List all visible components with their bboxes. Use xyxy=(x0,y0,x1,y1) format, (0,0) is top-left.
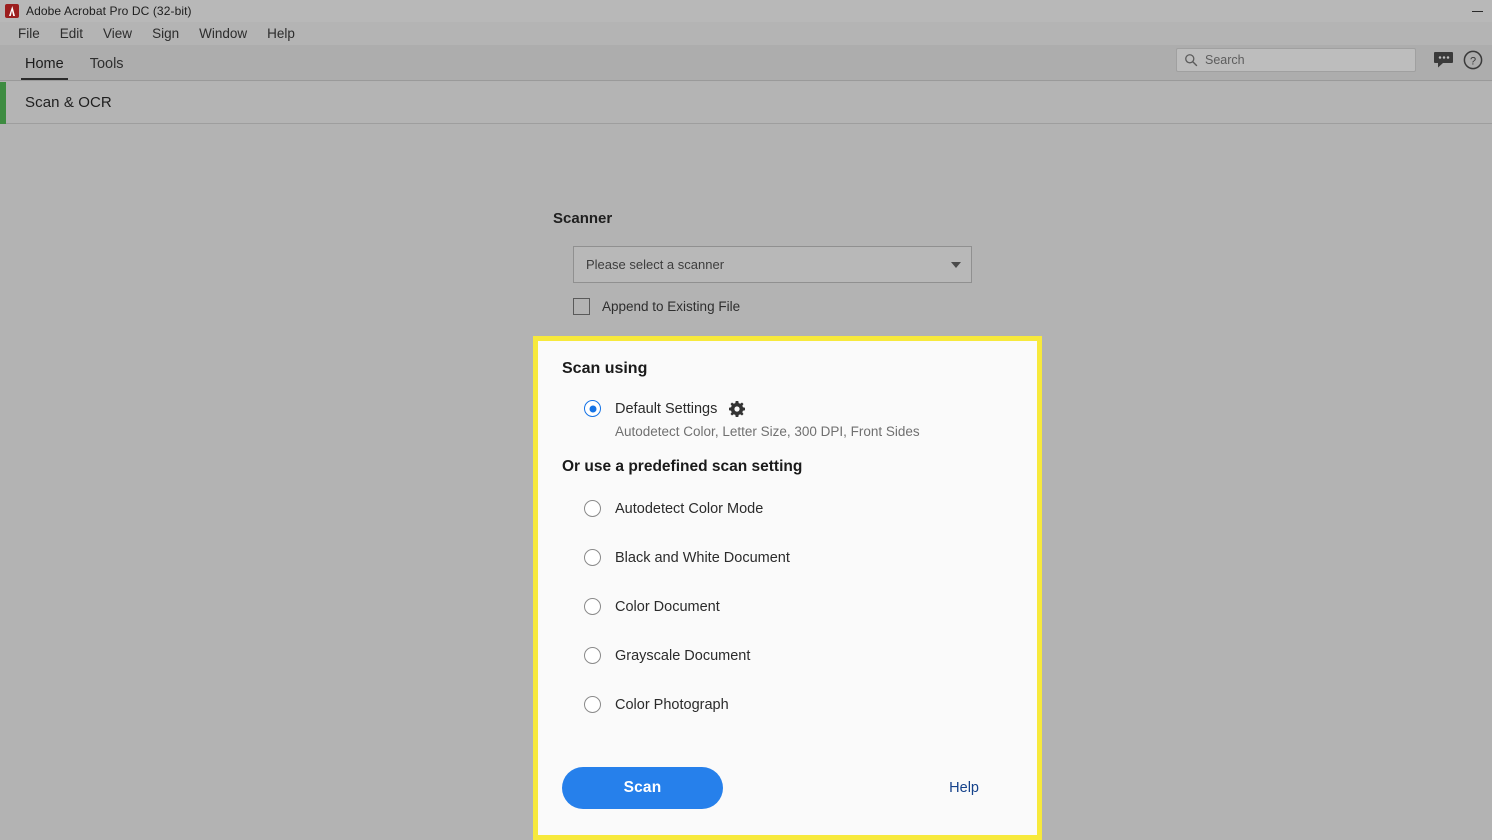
default-settings-label: Default Settings xyxy=(615,400,718,417)
scan-button[interactable]: Scan xyxy=(562,767,723,809)
predefined-setting-heading: Or use a predefined scan setting xyxy=(562,458,803,475)
label-grayscale-document: Grayscale Document xyxy=(615,647,751,664)
menu-item-view[interactable]: View xyxy=(93,22,142,45)
panel-footer: Scan Help xyxy=(562,767,1013,809)
scanner-select-value: Please select a scanner xyxy=(586,257,725,272)
gear-button[interactable] xyxy=(729,400,746,417)
gear-icon xyxy=(729,400,746,417)
comment-button[interactable] xyxy=(1431,47,1457,73)
content-area: Scanner Please select a scanner Append t… xyxy=(0,124,1492,840)
chevron-down-icon xyxy=(951,261,961,268)
default-settings-description: Autodetect Color, Letter Size, 300 DPI, … xyxy=(615,424,920,439)
main-toolbar: Home Tools Search ? xyxy=(0,45,1492,81)
svg-text:?: ? xyxy=(1470,55,1476,67)
label-black-and-white-document: Black and White Document xyxy=(615,549,790,566)
toolbar-right-group: ? xyxy=(1176,44,1492,80)
option-grayscale-document[interactable]: Grayscale Document xyxy=(584,645,1013,666)
append-checkbox-label: Append to Existing File xyxy=(602,299,741,314)
radio-grayscale-document[interactable] xyxy=(584,647,601,664)
minimize-button[interactable] xyxy=(1462,0,1492,22)
option-color-document[interactable]: Color Document xyxy=(584,596,1013,617)
radio-autodetect-color-mode[interactable] xyxy=(584,500,601,517)
search-icon xyxy=(1185,54,1198,67)
tab-bar: Home Tools xyxy=(0,44,137,80)
comment-icon xyxy=(1433,52,1453,68)
help-link[interactable]: Help xyxy=(949,780,979,796)
acrobat-window: Adobe Acrobat Pro DC (32-bit) File Edit … xyxy=(0,0,1492,840)
label-autodetect-color-mode: Autodetect Color Mode xyxy=(615,500,764,517)
scanner-section: Scanner Please select a scanner Append t… xyxy=(553,210,983,315)
tab-home[interactable]: Home xyxy=(12,56,77,80)
option-color-photograph[interactable]: Color Photograph xyxy=(584,694,1013,715)
menu-item-help[interactable]: Help xyxy=(257,22,305,45)
default-settings-row[interactable]: Default Settings xyxy=(584,400,1013,417)
label-color-photograph: Color Photograph xyxy=(615,696,729,713)
label-color-document: Color Document xyxy=(615,598,720,615)
option-autodetect-color-mode[interactable]: Autodetect Color Mode xyxy=(584,498,1013,519)
scan-using-heading: Scan using xyxy=(562,360,648,377)
subheader-accent-bar xyxy=(0,81,6,124)
default-settings-block: Default Settings Autodetect Color, Lette… xyxy=(584,400,1013,439)
append-checkbox[interactable] xyxy=(573,298,590,315)
help-button[interactable]: ? xyxy=(1460,47,1486,73)
radio-black-and-white-document[interactable] xyxy=(584,549,601,566)
radio-color-photograph[interactable] xyxy=(584,696,601,713)
radio-color-document[interactable] xyxy=(584,598,601,615)
minimize-icon xyxy=(1471,10,1483,12)
tool-subheader: Scan & OCR xyxy=(0,81,1492,124)
title-bar: Adobe Acrobat Pro DC (32-bit) xyxy=(0,0,1492,22)
menu-item-sign[interactable]: Sign xyxy=(142,22,189,45)
menu-item-window[interactable]: Window xyxy=(189,22,257,45)
option-black-and-white-document[interactable]: Black and White Document xyxy=(584,547,1013,568)
window-title: Adobe Acrobat Pro DC (32-bit) xyxy=(26,4,192,18)
subheader-title: Scan & OCR xyxy=(25,94,112,111)
append-to-existing-file-row[interactable]: Append to Existing File xyxy=(573,298,983,315)
menu-bar: File Edit View Sign Window Help xyxy=(0,22,1492,45)
tab-tools[interactable]: Tools xyxy=(77,56,137,80)
window-controls xyxy=(1462,0,1492,22)
adobe-acrobat-icon xyxy=(5,4,19,18)
scanner-section-label: Scanner xyxy=(553,210,613,227)
menu-item-edit[interactable]: Edit xyxy=(50,22,93,45)
scanner-select[interactable]: Please select a scanner xyxy=(573,246,972,283)
scan-using-panel: Scan using Default Settings Autodetect C… xyxy=(533,336,1042,840)
default-settings-radio[interactable] xyxy=(584,400,601,417)
predefined-options-list: Autodetect Color Mode Black and White Do… xyxy=(584,498,1013,715)
menu-item-file[interactable]: File xyxy=(8,22,50,45)
search-box[interactable] xyxy=(1176,48,1416,72)
help-circle-icon: ? xyxy=(1463,50,1483,70)
search-input[interactable] xyxy=(1205,53,1408,67)
